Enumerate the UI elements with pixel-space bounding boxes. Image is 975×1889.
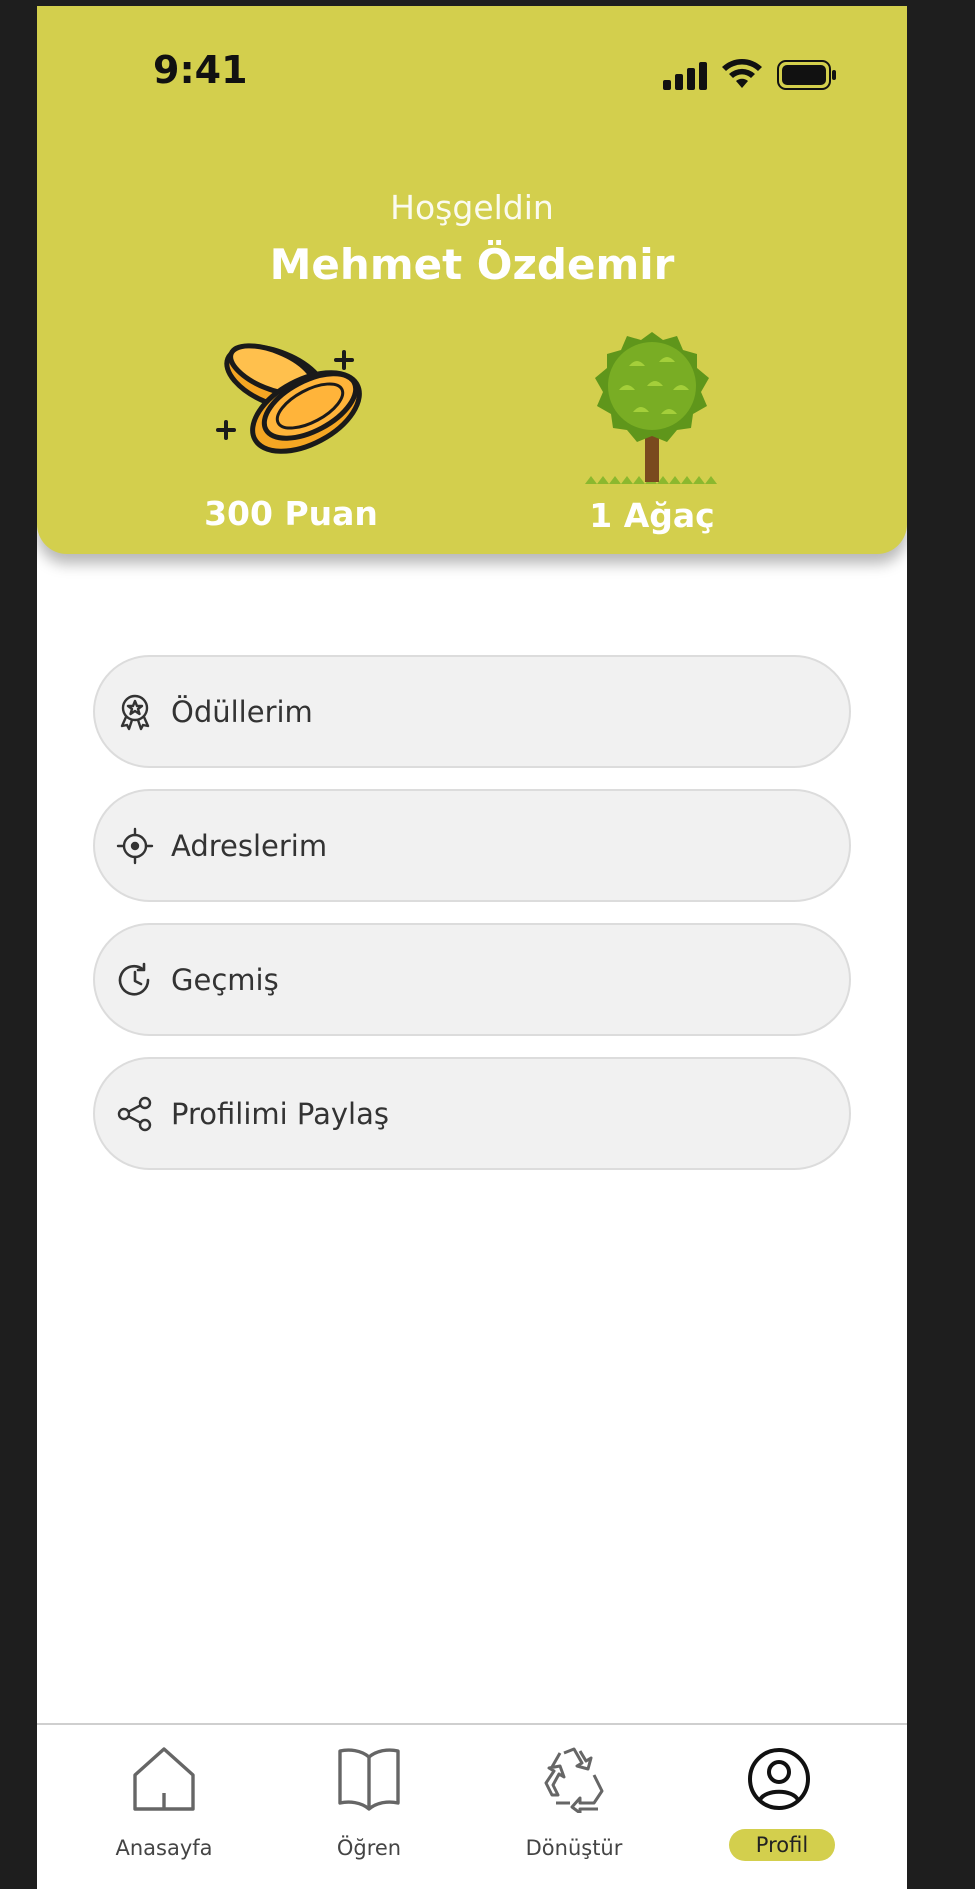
tab-label: Anasayfa [115, 1836, 213, 1860]
menu-item-addresses[interactable]: Adreslerim [93, 789, 851, 902]
recycle-icon [544, 1747, 604, 1813]
trees-label: 1 Ağaç [589, 496, 715, 535]
tab-label: Profil [729, 1829, 835, 1861]
trees-stat: 1 Ağaç [502, 326, 802, 535]
menu-item-share-profile[interactable]: Profilimi Paylaş [93, 1057, 851, 1170]
menu-item-label: Ödüllerim [171, 694, 313, 729]
wifi-icon [722, 59, 762, 88]
points-label: 300 Puan [204, 494, 378, 533]
menu-item-history[interactable]: Geçmiş [93, 923, 851, 1036]
battery-icon [777, 60, 836, 90]
signal-icon [663, 62, 709, 90]
profile-header: 9:41 Hoşgeldin Mehmet Özdemir 300 Puan 1… [37, 6, 907, 554]
profile-menu: Ödüllerim Adreslerim Geçmiş Profilimi Pa… [93, 655, 851, 1191]
status-time: 9:41 [153, 48, 248, 92]
phone-screen: 9:41 Hoşgeldin Mehmet Özdemir 300 Puan 1… [37, 6, 907, 1889]
menu-item-label: Adreslerim [171, 828, 328, 863]
book-icon [338, 1748, 400, 1811]
tab-label: Dönüştür [525, 1836, 623, 1860]
welcome-text: Hoşgeldin [390, 188, 554, 227]
home-icon [133, 1747, 195, 1811]
award-icon [115, 692, 155, 732]
menu-item-rewards[interactable]: Ödüllerim [93, 655, 851, 768]
menu-item-label: Geçmiş [171, 962, 279, 997]
profile-icon [748, 1748, 810, 1810]
user-name: Mehmet Özdemir [269, 240, 675, 289]
bottom-tab-bar: Anasayfa Öğren Dönüştür Profil [37, 1723, 907, 1889]
share-icon [115, 1094, 155, 1134]
coins-icon [216, 343, 362, 454]
tab-label: Öğren [336, 1836, 402, 1860]
history-icon [115, 960, 155, 1000]
menu-item-label: Profilimi Paylaş [171, 1096, 389, 1131]
tree-icon [585, 332, 717, 484]
points-stat: 300 Puan [141, 326, 441, 533]
location-crosshair-icon [115, 826, 155, 866]
